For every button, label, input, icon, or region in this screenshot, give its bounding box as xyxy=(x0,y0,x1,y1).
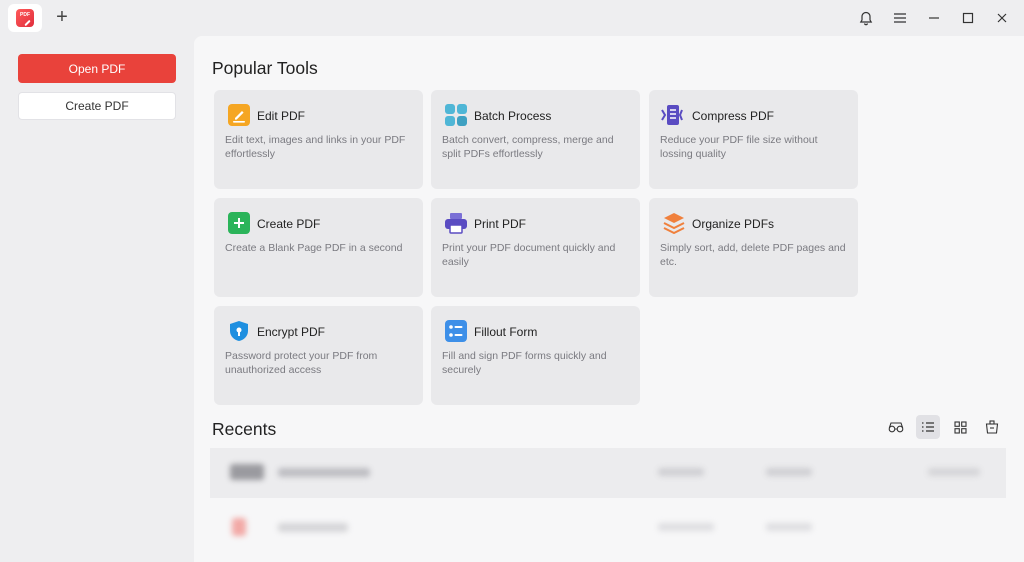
main-panel: Popular Tools Edit PDF Edit text, images… xyxy=(194,36,1024,562)
cleanup-icon[interactable] xyxy=(980,415,1004,439)
create-icon xyxy=(228,212,250,234)
organize-icon xyxy=(663,212,685,235)
grid-view-icon[interactable] xyxy=(948,415,972,439)
print-icon xyxy=(445,212,467,234)
recents-title: Recents xyxy=(212,419,277,439)
sidebar: Open PDF Create PDF xyxy=(0,36,194,562)
new-tab-button[interactable]: + xyxy=(52,7,72,28)
tool-description: Print your PDF document quickly and easi… xyxy=(442,242,616,268)
tool-card-organize-pdfs[interactable]: Organize PDFs Simply sort, add, delete P… xyxy=(649,198,858,297)
tool-description: Batch convert, compress, merge and split… xyxy=(442,134,614,160)
tool-name: Compress PDF xyxy=(692,109,775,123)
bell-icon[interactable] xyxy=(856,8,876,28)
app-logo: PDF xyxy=(16,9,34,27)
recent-file-row[interactable] xyxy=(210,448,1006,498)
tool-card-print-pdf[interactable]: Print PDF Print your PDF document quickl… xyxy=(431,198,640,297)
recent-file-row[interactable] xyxy=(210,504,1006,554)
open-pdf-button[interactable]: Open PDF xyxy=(18,54,176,83)
tool-card-batch-process[interactable]: Batch Process Batch convert, compress, m… xyxy=(431,90,640,189)
tool-name: Encrypt PDF xyxy=(257,325,326,339)
tool-card-compress-pdf[interactable]: Compress PDF Reduce your PDF file size w… xyxy=(649,90,858,189)
glasses-icon[interactable] xyxy=(884,415,908,439)
popular-tools-title: Popular Tools xyxy=(212,58,318,78)
tool-name: Edit PDF xyxy=(257,109,306,123)
tool-description: Edit text, images and links in your PDF … xyxy=(225,134,406,160)
tool-name: Batch Process xyxy=(474,109,552,123)
tool-card-encrypt-pdf[interactable]: Encrypt PDF Password protect your PDF fr… xyxy=(214,306,423,405)
tool-description: Create a Blank Page PDF in a second xyxy=(225,242,403,254)
tool-description: Fill and sign PDF forms quickly and secu… xyxy=(442,350,607,376)
recents-list xyxy=(210,448,1006,562)
tool-name: Fillout Form xyxy=(474,325,538,339)
tool-name: Print PDF xyxy=(474,217,527,231)
maximize-icon[interactable] xyxy=(958,8,978,28)
tool-name: Organize PDFs xyxy=(692,217,775,231)
title-bar: PDF + xyxy=(0,0,1024,36)
edit-icon xyxy=(228,104,250,126)
tool-name: Create PDF xyxy=(257,217,321,231)
list-view-icon[interactable] xyxy=(916,415,940,439)
create-pdf-button[interactable]: Create PDF xyxy=(18,92,176,120)
tool-description: Simply sort, add, delete PDF pages and e… xyxy=(660,242,846,268)
tool-description: Password protect your PDF from unauthori… xyxy=(225,350,378,376)
tool-description: Reduce your PDF file size without lossin… xyxy=(660,134,818,160)
menu-icon[interactable] xyxy=(890,8,910,28)
app-home-tab[interactable]: PDF xyxy=(8,4,42,32)
form-icon xyxy=(445,320,467,342)
tool-card-fillout-form[interactable]: Fillout Form Fill and sign PDF forms qui… xyxy=(431,306,640,405)
close-icon[interactable] xyxy=(992,8,1012,28)
tool-card-edit-pdf[interactable]: Edit PDF Edit text, images and links in … xyxy=(214,90,423,189)
tool-card-create-pdf[interactable]: Create PDF Create a Blank Page PDF in a … xyxy=(214,198,423,297)
batch-icon xyxy=(445,104,467,126)
shield-icon xyxy=(228,320,250,342)
minimize-icon[interactable] xyxy=(924,8,944,28)
compress-icon xyxy=(661,104,685,126)
